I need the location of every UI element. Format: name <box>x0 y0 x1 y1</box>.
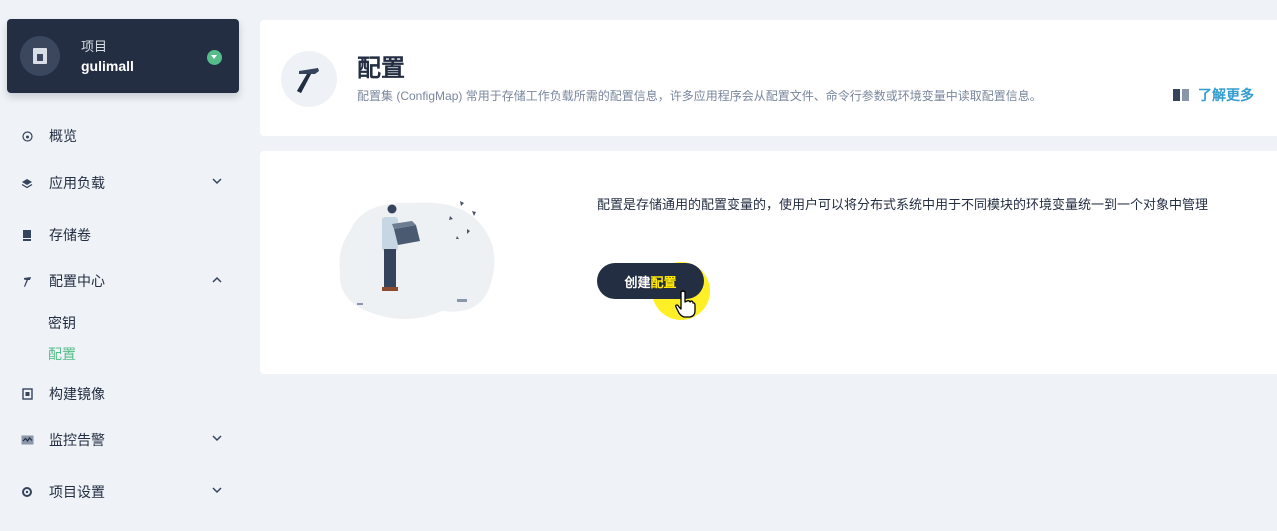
sidebar-item-config-center[interactable]: 配置中心 <box>20 269 230 293</box>
project-label: 项目 <box>81 39 108 54</box>
project-icon <box>20 36 60 76</box>
sidebar-item-label: 项目设置 <box>49 484 105 500</box>
sidebar-item-label: 配置中心 <box>49 273 105 289</box>
sidebar-item-image-builder[interactable]: 构建镜像 <box>20 382 230 406</box>
sidebar-subitem-configmaps[interactable]: 配置 <box>48 344 76 364</box>
gear-icon <box>20 485 34 499</box>
storage-icon <box>20 228 34 242</box>
image-build-icon <box>20 387 34 401</box>
sidebar-item-label: 存储卷 <box>49 227 91 243</box>
create-button-prefix: 创建 <box>624 274 651 290</box>
sidebar-item-project-settings[interactable]: 项目设置 <box>20 480 230 504</box>
hammer-icon <box>281 51 337 107</box>
create-button-highlight: 配置 <box>650 274 677 290</box>
chevron-up-icon <box>212 272 222 286</box>
sidebar-item-monitoring[interactable]: 监控告警 <box>20 428 230 452</box>
sidebar-subitem-secrets[interactable]: 密钥 <box>48 313 76 333</box>
empty-state-panel: 配置是存储通用的配置变量的，使用户可以将分布式系统中用于不同模块的环境变量统一到… <box>260 151 1277 374</box>
page-description: 配置集 (ConfigMap) 常用于存储工作负载所需的配置信息，许多应用程序会… <box>357 89 1042 103</box>
empty-state-illustration <box>332 191 502 331</box>
chevron-down-icon <box>212 174 222 188</box>
sidebar-item-label: 监控告警 <box>49 432 105 448</box>
book-icon <box>1173 89 1189 101</box>
sidebar-item-workloads[interactable]: 应用负载 <box>20 171 230 195</box>
chevron-down-icon <box>212 483 222 497</box>
project-name: gulimall <box>81 58 134 74</box>
project-switch-icon[interactable] <box>207 50 222 65</box>
sidebar-item-volumes[interactable]: 存储卷 <box>20 223 230 247</box>
project-selector[interactable]: 项目 gulimall <box>7 19 239 93</box>
learn-more-label: 了解更多 <box>1198 87 1254 103</box>
layers-icon <box>20 176 34 190</box>
learn-more-link[interactable]: 了解更多 <box>1173 85 1254 105</box>
hand-cursor-icon <box>674 290 696 323</box>
sidebar-item-overview[interactable]: 概览 <box>20 124 230 148</box>
dashboard-icon <box>20 129 34 143</box>
chevron-down-icon <box>212 431 222 445</box>
hammer-icon <box>20 274 34 288</box>
monitor-icon <box>20 433 34 447</box>
page-header: 配置 配置集 (ConfigMap) 常用于存储工作负载所需的配置信息，许多应用… <box>260 20 1277 136</box>
page-title: 配置 <box>357 55 405 82</box>
sidebar-item-label: 构建镜像 <box>49 386 105 402</box>
sidebar-item-label: 概览 <box>49 128 77 144</box>
sidebar-item-label: 应用负载 <box>49 175 105 191</box>
empty-state-description: 配置是存储通用的配置变量的，使用户可以将分布式系统中用于不同模块的环境变量统一到… <box>597 197 1209 212</box>
